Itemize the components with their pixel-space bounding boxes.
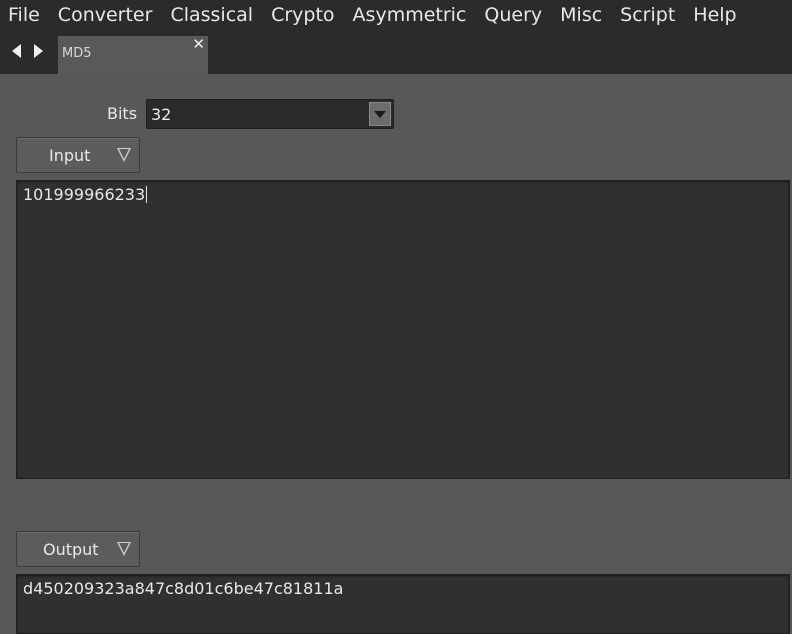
menu-script[interactable]: Script xyxy=(612,0,685,30)
bits-label: Bits xyxy=(107,104,138,123)
menu-bar: File Converter Classical Crypto Asymmetr… xyxy=(0,0,792,30)
menu-crypto[interactable]: Crypto xyxy=(263,0,344,30)
tab-scroll-left-icon[interactable] xyxy=(12,44,21,58)
bits-select[interactable]: 32 xyxy=(146,99,394,129)
output-text: d450209323a847c8d01c6be47c81811a xyxy=(23,579,344,598)
input-format-button[interactable]: Input xyxy=(16,137,140,173)
menu-query[interactable]: Query xyxy=(476,0,552,30)
bits-dropdown-button[interactable] xyxy=(369,102,391,126)
close-icon[interactable]: ✕ xyxy=(192,35,205,53)
triangle-down-icon-inner xyxy=(119,149,129,159)
input-button-label: Input xyxy=(49,146,91,165)
output-format-button[interactable]: Output xyxy=(16,531,140,567)
menu-asymmetric[interactable]: Asymmetric xyxy=(345,0,477,30)
menu-classical[interactable]: Classical xyxy=(162,0,263,30)
tab-scroll-right-icon[interactable] xyxy=(34,44,43,58)
tab-bar: MD5 ✕ xyxy=(0,30,792,74)
input-text: 101999966233 xyxy=(23,185,146,204)
bits-value: 32 xyxy=(151,105,172,124)
output-button-label: Output xyxy=(43,540,99,559)
tab-md5[interactable]: MD5 ✕ xyxy=(58,35,208,74)
menu-converter[interactable]: Converter xyxy=(50,0,163,30)
menu-file[interactable]: File xyxy=(0,0,50,30)
output-textarea[interactable]: d450209323a847c8d01c6be47c81811a xyxy=(16,574,790,634)
triangle-down-icon-inner xyxy=(119,543,129,553)
input-textarea[interactable]: 101999966233 xyxy=(16,180,790,479)
tab-label: MD5 xyxy=(62,46,92,61)
text-caret xyxy=(146,186,148,203)
menu-help[interactable]: Help xyxy=(685,0,746,30)
chevron-down-icon xyxy=(374,111,386,118)
menu-misc[interactable]: Misc xyxy=(552,0,612,30)
